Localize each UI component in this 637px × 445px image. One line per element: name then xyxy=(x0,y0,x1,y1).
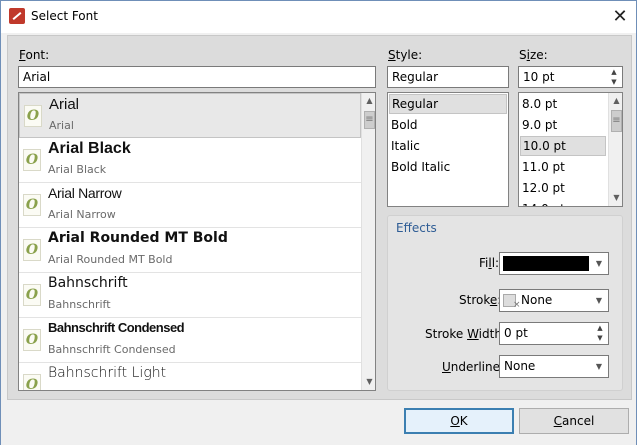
font-input[interactable]: Arial xyxy=(18,66,376,88)
app-logo-icon xyxy=(9,8,25,24)
size-list-item[interactable]: 10.0 pt xyxy=(520,136,606,156)
font-list-item[interactable]: O Arial Narrow Arial Narrow xyxy=(19,183,361,228)
truetype-font-icon: O xyxy=(23,374,41,390)
truetype-font-icon: O xyxy=(23,194,41,216)
scroll-thumb[interactable] xyxy=(611,110,622,132)
effects-title: Effects xyxy=(396,221,437,235)
underline-value: None xyxy=(504,359,536,373)
style-list[interactable]: Regular Bold Italic Bold Italic xyxy=(387,92,509,207)
scroll-down-icon[interactable]: ▼ xyxy=(362,374,375,390)
truetype-font-icon: O xyxy=(23,284,41,306)
truetype-font-icon: O xyxy=(23,329,41,351)
stroke-width-label: Stroke Width: xyxy=(425,327,506,341)
font-list-item[interactable]: O Bahnschrift Light xyxy=(19,363,361,390)
truetype-font-icon: O xyxy=(23,239,41,261)
spin-down-icon[interactable]: ▼ xyxy=(606,77,622,87)
underline-dropdown[interactable]: None ▼ xyxy=(499,355,609,378)
stroke-width-spinner[interactable]: ▲ ▼ xyxy=(592,323,608,344)
select-font-dialog: Select Font ✕ Font: Arial O Arial Arial … xyxy=(0,0,637,445)
truetype-font-icon: O xyxy=(23,149,41,171)
size-value: 10 pt xyxy=(523,70,555,84)
cancel-button[interactable]: Cancel xyxy=(519,408,629,434)
font-list-item[interactable]: O Bahnschrift Condensed Bahnschrift Cond… xyxy=(19,318,361,363)
style-list-item[interactable]: Regular xyxy=(389,94,507,114)
scroll-up-icon[interactable]: ▲ xyxy=(609,93,622,109)
fill-label: Fill: xyxy=(479,256,500,270)
size-list-item[interactable]: 9.0 pt xyxy=(520,115,557,135)
size-list-item[interactable]: 11.0 pt xyxy=(520,157,565,177)
scroll-down-icon[interactable]: ▼ xyxy=(609,190,622,206)
style-label: Style: xyxy=(388,48,423,62)
font-list-item[interactable]: O Arial Rounded MT Bold Arial Rounded MT… xyxy=(19,228,361,273)
window-title: Select Font xyxy=(31,9,98,23)
font-list-item[interactable]: O Arial Arial xyxy=(19,93,361,138)
spin-up-icon[interactable]: ▲ xyxy=(606,67,622,77)
size-list-scrollbar[interactable]: ▲ ▼ xyxy=(608,93,622,206)
size-spinner[interactable]: ▲ ▼ xyxy=(606,67,622,87)
font-list-item[interactable]: O Arial Black Arial Black xyxy=(19,138,361,183)
stroke-width-input[interactable]: 0 pt ▲ ▼ xyxy=(499,322,609,345)
close-icon[interactable]: ✕ xyxy=(605,3,635,31)
size-input[interactable]: 10 pt ▲ ▼ xyxy=(518,66,623,88)
stroke-width-value: 0 pt xyxy=(504,326,528,340)
effects-group: Effects Fill: ▼ Stroke: × None ▼ Stroke … xyxy=(387,215,623,391)
scroll-thumb[interactable] xyxy=(364,111,375,129)
style-list-item[interactable]: Bold Italic xyxy=(389,157,450,177)
font-list-item[interactable]: O Bahnschrift Bahnschrift xyxy=(19,273,361,318)
font-label: Font: xyxy=(19,48,50,62)
scroll-up-icon[interactable]: ▲ xyxy=(362,93,375,109)
size-label: Size: xyxy=(519,48,548,62)
button-bar: OK Cancel xyxy=(1,401,636,445)
font-list-scrollbar[interactable]: ▲ ▼ xyxy=(361,93,375,390)
stroke-label: Stroke: xyxy=(459,293,501,307)
truetype-font-icon: O xyxy=(24,105,42,127)
style-list-item[interactable]: Bold xyxy=(389,115,418,135)
fill-color-swatch xyxy=(503,256,589,271)
fill-color-dropdown[interactable]: ▼ xyxy=(499,252,609,275)
size-list-item[interactable]: 12.0 pt xyxy=(520,178,565,198)
style-list-item[interactable]: Italic xyxy=(389,136,420,156)
title-bar[interactable]: Select Font ✕ xyxy=(1,1,636,33)
underline-label: Underline: xyxy=(442,360,505,374)
font-list[interactable]: O Arial Arial O Arial Black Arial Black … xyxy=(18,92,376,391)
style-input[interactable]: Regular xyxy=(387,66,509,88)
size-list[interactable]: 8.0 pt 9.0 pt 10.0 pt 11.0 pt 12.0 pt 14… xyxy=(518,92,623,207)
dropdown-arrow-icon: ▼ xyxy=(595,259,603,268)
dropdown-arrow-icon: ▼ xyxy=(595,296,603,305)
size-list-item[interactable]: 8.0 pt xyxy=(520,94,557,114)
spin-down-icon[interactable]: ▼ xyxy=(592,333,608,343)
spin-up-icon[interactable]: ▲ xyxy=(592,323,608,333)
ok-button[interactable]: OK xyxy=(404,408,514,434)
stroke-value: None xyxy=(521,293,553,307)
dropdown-arrow-icon: ▼ xyxy=(595,362,603,371)
stroke-color-dropdown[interactable]: × None ▼ xyxy=(499,289,609,312)
size-list-item[interactable]: 14.0 pt xyxy=(520,199,565,206)
